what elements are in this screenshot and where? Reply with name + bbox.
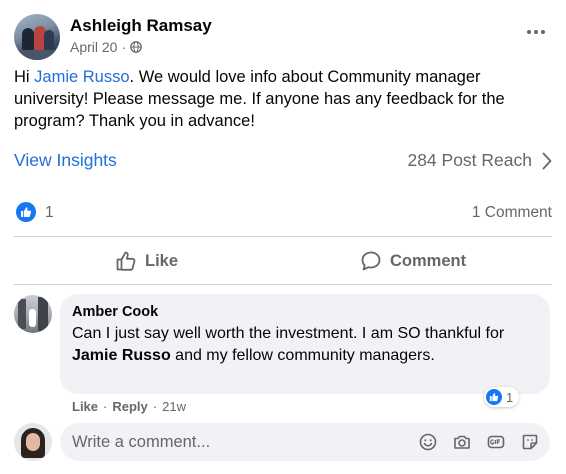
post-text: Hi Jamie Russo. We would love info about… <box>14 66 544 132</box>
post-reach[interactable]: 284 Post Reach <box>407 150 552 171</box>
meta-separator: · <box>152 399 158 414</box>
post-date[interactable]: April 20 <box>70 39 117 55</box>
meta-separator: · <box>103 399 108 414</box>
composer-tools <box>418 432 540 452</box>
meta-separator: · <box>121 39 127 55</box>
post-text-start: Hi <box>14 68 35 86</box>
comment-mention[interactable]: Jamie Russo <box>72 347 171 364</box>
post-reach-label: 284 Post Reach <box>407 150 532 170</box>
comment-input-placeholder: Write a comment... <box>72 433 211 451</box>
view-insights-link[interactable]: View Insights <box>14 150 117 171</box>
comment-bubble: Amber Cook Can I just say well worth the… <box>60 294 550 394</box>
comment-input[interactable]: Write a comment... <box>60 423 550 461</box>
comment-author[interactable]: Amber Cook <box>72 304 158 320</box>
gif-icon[interactable] <box>486 432 506 452</box>
comment-reply-link[interactable]: Reply <box>112 399 147 414</box>
camera-icon[interactable] <box>452 432 472 452</box>
like-button-label: Like <box>145 251 179 270</box>
post-header: Ashleigh Ramsay April 20 · <box>14 10 552 66</box>
comment-age[interactable]: 21w <box>162 399 186 414</box>
globe-icon[interactable] <box>130 41 142 53</box>
chevron-right-icon <box>542 152 552 169</box>
author-avatar[interactable] <box>14 14 60 60</box>
comment-button[interactable]: Comment <box>360 250 466 272</box>
sticker-icon[interactable] <box>520 432 540 452</box>
mention-link[interactable]: Jamie Russo <box>34 68 129 86</box>
comment-icon <box>361 251 381 271</box>
author-name[interactable]: Ashleigh Ramsay <box>70 16 212 36</box>
thumbs-up-icon <box>116 251 136 271</box>
comment-reaction-badge[interactable]: 1 <box>484 387 520 407</box>
divider <box>14 236 552 237</box>
current-user-avatar[interactable] <box>14 423 52 461</box>
comment-meta: Like · Reply · 21w <box>72 399 186 414</box>
action-bar: Like Comment <box>14 240 552 284</box>
comment-like-link[interactable]: Like <box>72 399 98 414</box>
post-card: Ashleigh Ramsay April 20 · Hi Jamie Russ… <box>0 0 566 474</box>
reaction-count[interactable]: 1 <box>45 204 54 222</box>
insights-row: View Insights 284 Post Reach <box>14 148 552 174</box>
comment-reaction-count: 1 <box>506 389 514 405</box>
comment-text: Can I just say well worth the investment… <box>72 323 532 367</box>
divider <box>14 284 552 285</box>
like-icon <box>486 389 502 405</box>
like-button[interactable]: Like <box>115 250 178 272</box>
reactions-row: 1 1 Comment <box>14 200 552 224</box>
emoji-icon[interactable] <box>418 432 438 452</box>
commenter-avatar[interactable] <box>14 295 52 333</box>
like-icon[interactable] <box>16 202 36 222</box>
comment-count[interactable]: 1 Comment <box>472 204 552 222</box>
post-meta: April 20 · <box>70 39 142 55</box>
comment-button-label: Comment <box>390 251 467 270</box>
more-icon[interactable] <box>520 22 552 42</box>
comment-text-start: Can I just say well worth the investment… <box>72 325 505 342</box>
comment-text-rest: and my fellow community managers. <box>170 347 435 364</box>
